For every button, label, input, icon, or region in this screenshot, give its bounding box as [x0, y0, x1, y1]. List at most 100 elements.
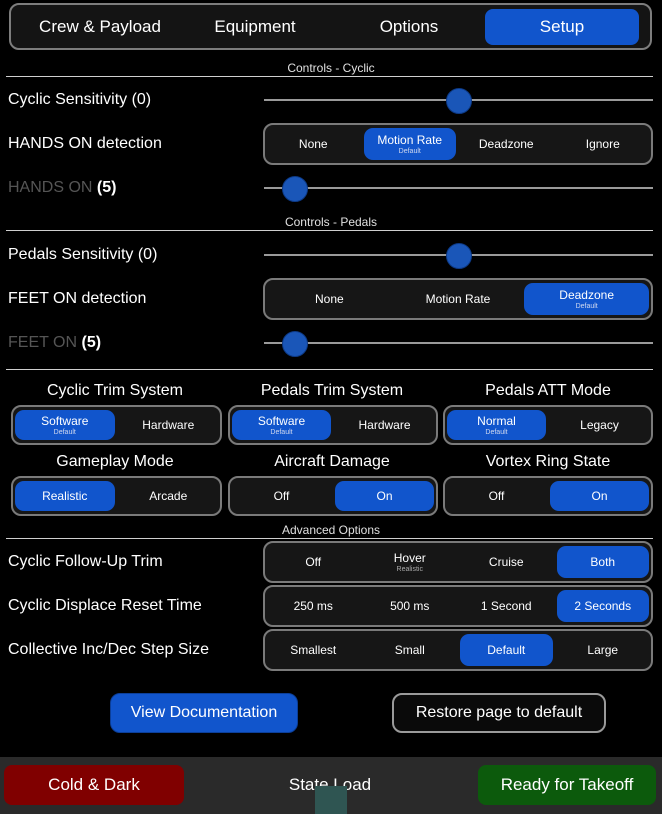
- option-on[interactable]: On: [550, 481, 649, 511]
- option-sublabel: Default: [485, 429, 508, 436]
- option-hardware[interactable]: Hardware: [335, 410, 434, 440]
- feet-on-slider[interactable]: [264, 331, 653, 357]
- option-label: 2 Seconds: [574, 599, 632, 613]
- option-sublabel: Default: [398, 148, 421, 155]
- hands-on-label: HANDS ON: [8, 179, 93, 196]
- slider-knob[interactable]: [446, 243, 472, 269]
- option-label: Arcade: [149, 489, 188, 503]
- collective-step-size-selector: Smallest Small Default Large: [263, 629, 653, 671]
- option-label: On: [591, 489, 608, 503]
- section-title-cyclic: Controls - Cyclic: [287, 61, 375, 75]
- option-normal[interactable]: Normal Default: [447, 410, 546, 440]
- option-label: Hover: [393, 551, 426, 565]
- option-software[interactable]: Software Default: [15, 410, 115, 440]
- option-sublabel: Default: [575, 303, 598, 310]
- tab-options[interactable]: Options: [355, 9, 463, 45]
- option-realistic[interactable]: Realistic: [15, 481, 115, 511]
- pedals-att-mode-selector: Normal Default Legacy: [443, 405, 653, 445]
- hands-on-detection-label: HANDS ON detection: [8, 135, 162, 152]
- cyclic-sensitivity-slider[interactable]: [264, 88, 653, 114]
- vortex-ring-state-title: Vortex Ring State: [485, 453, 611, 470]
- option-default[interactable]: Default: [460, 634, 553, 666]
- option-off[interactable]: Off: [267, 546, 360, 578]
- aircraft-damage-selector: Off On: [228, 476, 438, 516]
- ready-for-takeoff-button[interactable]: Ready for Takeoff: [478, 765, 656, 805]
- option-large[interactable]: Large: [557, 634, 650, 666]
- slider-track: [264, 342, 653, 344]
- option-250-ms[interactable]: 250 ms: [267, 590, 360, 622]
- option-legacy[interactable]: Legacy: [550, 410, 649, 440]
- option-deadzone[interactable]: Deadzone: [460, 128, 553, 160]
- option-label: Deadzone: [559, 288, 615, 302]
- option-off[interactable]: Off: [447, 481, 546, 511]
- tab-crew-payload[interactable]: Crew & Payload: [23, 9, 177, 45]
- feet-on-value: (5): [81, 334, 102, 351]
- section-divider: [6, 230, 653, 231]
- aircraft-damage-title: Aircraft Damage: [274, 453, 390, 470]
- restore-default-button[interactable]: Restore page to default: [392, 693, 606, 733]
- cold-dark-button[interactable]: Cold & Dark: [4, 765, 184, 805]
- option-cruise[interactable]: Cruise: [460, 546, 553, 578]
- top-tab-bar: Crew & Payload Equipment Options Setup: [9, 3, 652, 50]
- option-1-second[interactable]: 1 Second: [460, 590, 553, 622]
- option-both[interactable]: Both: [556, 546, 649, 578]
- gameplay-mode-selector: Realistic Arcade: [11, 476, 222, 516]
- hands-on-value: (5): [96, 179, 117, 196]
- option-motion-rate[interactable]: Motion Rate: [396, 283, 521, 315]
- option-label: None: [314, 292, 344, 306]
- option-hardware[interactable]: Hardware: [119, 410, 219, 440]
- option-label: Default: [487, 643, 526, 657]
- option-label: Small: [394, 643, 425, 657]
- option-none[interactable]: None: [267, 283, 392, 315]
- option-hover[interactable]: Hover Realistic: [364, 546, 457, 578]
- option-label: Legacy: [580, 418, 619, 432]
- option-sublabel: Default: [270, 429, 293, 436]
- cyclic-displace-reset-time-selector: 250 ms 500 ms 1 Second 2 Seconds: [263, 585, 653, 627]
- feet-on-row: FEET ON (5): [8, 334, 101, 352]
- tab-setup[interactable]: Setup: [485, 9, 639, 45]
- slider-knob[interactable]: [282, 176, 308, 202]
- hands-on-slider[interactable]: [264, 176, 653, 202]
- option-ignore[interactable]: Ignore: [557, 128, 650, 160]
- option-label: Large: [587, 643, 619, 657]
- option-label: Deadzone: [478, 137, 534, 151]
- option-smallest[interactable]: Smallest: [267, 634, 360, 666]
- feet-on-detection-selector: None Motion Rate Deadzone Default: [263, 278, 653, 320]
- slider-knob[interactable]: [446, 88, 472, 114]
- option-off[interactable]: Off: [232, 481, 331, 511]
- option-label: Motion Rate: [425, 292, 491, 306]
- option-label: 500 ms: [390, 599, 430, 613]
- option-none[interactable]: None: [267, 128, 360, 160]
- option-2-seconds[interactable]: 2 Seconds: [556, 590, 649, 622]
- option-label: On: [376, 489, 393, 503]
- option-software[interactable]: Software Default: [232, 410, 331, 440]
- pedals-att-mode-title: Pedals ATT Mode: [485, 382, 611, 399]
- gameplay-mode-title: Gameplay Mode: [56, 453, 174, 470]
- option-deadzone[interactable]: Deadzone Default: [524, 283, 649, 315]
- option-label: Hardware: [142, 418, 195, 432]
- view-documentation-button[interactable]: View Documentation: [110, 693, 298, 733]
- option-label: Cruise: [488, 555, 524, 569]
- hands-on-detection-selector: None Motion Rate Default Deadzone Ignore: [263, 123, 653, 165]
- option-small[interactable]: Small: [364, 634, 457, 666]
- cyclic-follow-up-trim-label: Cyclic Follow-Up Trim: [8, 553, 163, 570]
- option-label: Normal: [477, 414, 516, 428]
- pedals-sensitivity-slider[interactable]: [264, 243, 653, 269]
- state-load-indicator: [315, 786, 347, 814]
- option-arcade[interactable]: Arcade: [119, 481, 219, 511]
- tab-equipment[interactable]: Equipment: [191, 9, 319, 45]
- option-500-ms[interactable]: 500 ms: [364, 590, 457, 622]
- option-label: Realistic: [42, 489, 88, 503]
- option-motion-rate[interactable]: Motion Rate Default: [363, 128, 456, 160]
- slider-knob[interactable]: [282, 331, 308, 357]
- option-on[interactable]: On: [335, 481, 434, 511]
- option-label: None: [298, 137, 328, 151]
- cyclic-follow-up-trim-selector: Off Hover Realistic Cruise Both: [263, 541, 653, 583]
- pedals-trim-system-title: Pedals Trim System: [260, 382, 404, 399]
- cyclic-trim-system-selector: Software Default Hardware: [11, 405, 222, 445]
- vortex-ring-state-selector: Off On: [443, 476, 653, 516]
- option-label: Off: [305, 555, 322, 569]
- option-label: Hardware: [358, 418, 411, 432]
- option-label: Off: [273, 489, 290, 503]
- option-label: Ignore: [585, 137, 620, 151]
